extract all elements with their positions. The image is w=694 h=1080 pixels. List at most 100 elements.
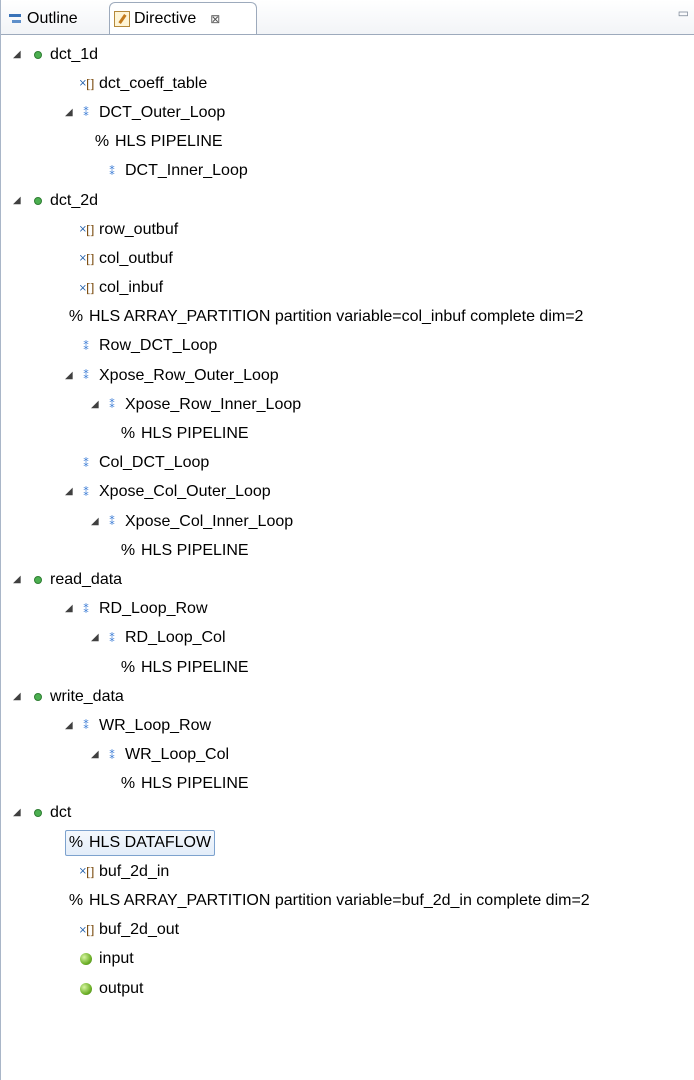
tree-item-label: HLS ARRAY_PARTITION partition variable=b…	[89, 892, 590, 910]
tree-item-label: Xpose_Col_Inner_Loop	[125, 512, 294, 530]
tree-item[interactable]: ◢ dct_2d	[1, 186, 694, 215]
array-variable-icon: ×[]	[78, 281, 95, 296]
tree-item[interactable]: ×[] col_inbuf	[1, 274, 694, 303]
tree-item-label: Col_DCT_Loop	[99, 454, 210, 472]
tab-directive[interactable]: Directive ⊠	[109, 2, 257, 34]
expand-toggle-icon[interactable]: ◢	[65, 107, 73, 117]
tree-item[interactable]: ◢ ⁑ RD_Loop_Row	[1, 595, 694, 624]
array-variable-icon: ×[]	[78, 222, 95, 237]
tree-item[interactable]: % HLS PIPELINE	[1, 419, 694, 448]
expand-toggle-icon[interactable]: ◢	[91, 750, 99, 760]
tree-item-label: dct_1d	[50, 45, 99, 63]
tree-item[interactable]: ×[] buf_2d_out	[1, 916, 694, 945]
tree-item-label: HLS PIPELINE	[141, 658, 249, 676]
tree-item-label: input	[99, 950, 134, 968]
tree-item-label: WR_Loop_Col	[125, 746, 230, 764]
expand-toggle-icon[interactable]: ◢	[91, 633, 99, 643]
tab-outline[interactable]: Outline	[3, 3, 103, 34]
tree-item-label: HLS PIPELINE	[141, 541, 249, 559]
expand-toggle-icon[interactable]: ◢	[91, 516, 99, 526]
tree-item[interactable]: input	[1, 945, 694, 974]
tree-item[interactable]: output	[1, 974, 694, 1003]
tree-item-label: buf_2d_in	[99, 862, 170, 880]
tree-item[interactable]: ◢ write_data	[1, 682, 694, 711]
tree-item[interactable]: % HLS DATAFLOW	[1, 828, 694, 857]
tree-item-label: write_data	[50, 687, 124, 705]
expand-toggle-icon[interactable]: ◢	[13, 49, 21, 59]
tree-item[interactable]: ◢ ⁑ Xpose_Col_Outer_Loop	[1, 478, 694, 507]
tree-item[interactable]: % HLS ARRAY_PARTITION partition variable=…	[1, 886, 694, 915]
pragma-icon: %	[120, 425, 136, 443]
function-icon	[31, 689, 45, 705]
directive-view: Outline Directive ⊠ ▭ ◢ dct_1d ×[] dct_coef…	[0, 0, 694, 1080]
tree-item[interactable]: ×[] row_outbuf	[1, 215, 694, 244]
tree-item[interactable]: ◢ ⁑ Xpose_Row_Outer_Loop	[1, 361, 694, 390]
tree-item-label: HLS PIPELINE	[141, 775, 249, 793]
array-variable-icon: ×[]	[78, 923, 95, 938]
tree-item[interactable]: ⁑ Row_DCT_Loop	[1, 332, 694, 361]
expand-toggle-icon[interactable]: ◢	[65, 487, 73, 497]
tree-item-label: Row_DCT_Loop	[99, 337, 218, 355]
expand-toggle-icon[interactable]: ◢	[13, 195, 21, 205]
tree-item-label: dct	[50, 804, 72, 822]
tree-item-label: RD_Loop_Row	[99, 600, 208, 618]
tree-item-label: row_outbuf	[99, 220, 179, 238]
pragma-icon: %	[120, 775, 136, 793]
tree-item[interactable]: ◢ ⁑ DCT_Outer_Loop	[1, 98, 694, 127]
tree-item-label: col_outbuf	[99, 249, 173, 267]
tree-item-label: WR_Loop_Row	[99, 716, 212, 734]
tree-item-label: HLS PIPELINE	[141, 425, 249, 443]
tree-item[interactable]: % HLS PIPELINE	[1, 653, 694, 682]
function-icon	[31, 572, 45, 588]
tree-item-label: HLS ARRAY_PARTITION partition variable=c…	[89, 308, 584, 326]
loop-icon: ⁑	[83, 106, 89, 120]
expand-toggle-icon[interactable]: ◢	[65, 370, 73, 380]
tree-item[interactable]: % HLS PIPELINE	[1, 128, 694, 157]
tree-item[interactable]: ◢ dct_1d	[1, 40, 694, 69]
function-icon	[31, 193, 45, 209]
tree-item-label: Xpose_Row_Outer_Loop	[99, 366, 279, 384]
expand-toggle-icon[interactable]: ◢	[91, 399, 99, 409]
expand-toggle-icon[interactable]: ◢	[65, 720, 73, 730]
close-icon[interactable]: ⊠	[210, 12, 220, 26]
tree-item-label: RD_Loop_Col	[125, 629, 226, 647]
tree-item[interactable]: ×[] buf_2d_in	[1, 857, 694, 886]
tree-item[interactable]: ◢ ⁑ Xpose_Col_Inner_Loop	[1, 507, 694, 536]
tree-item[interactable]: ⁑ Col_DCT_Loop	[1, 449, 694, 478]
tree-item[interactable]: ×[] dct_coeff_table	[1, 69, 694, 98]
tab-directive-label: Directive	[134, 9, 197, 27]
array-variable-icon: ×[]	[78, 864, 95, 879]
tree-item-label: dct_coeff_table	[99, 74, 208, 92]
array-variable-icon: ×[]	[78, 76, 95, 91]
tree-item[interactable]: ◢ read_data	[1, 565, 694, 594]
pragma-icon: %	[120, 658, 136, 676]
tree-item-label: output	[99, 979, 144, 997]
tab-outline-label: Outline	[27, 9, 78, 27]
expand-toggle-icon[interactable]: ◢	[13, 691, 21, 701]
tree-item[interactable]: ◢ ⁑ WR_Loop_Row	[1, 711, 694, 740]
directive-tree: ◢ dct_1d ×[] dct_coeff_table ◢ ⁑ DCT_Outer_Loo…	[1, 40, 694, 1003]
loop-icon: ⁑	[109, 631, 115, 645]
minimize-icon[interactable]: ▭	[678, 6, 693, 20]
tree-item[interactable]: ×[] col_outbuf	[1, 244, 694, 273]
loop-icon: ⁑	[83, 485, 89, 499]
directive-icon	[114, 10, 130, 27]
tree-item[interactable]: ⁑ DCT_Inner_Loop	[1, 157, 694, 186]
port-icon	[79, 981, 93, 997]
expand-toggle-icon[interactable]: ◢	[13, 808, 21, 818]
tree-item[interactable]: ◢ ⁑ RD_Loop_Col	[1, 624, 694, 653]
tree-item[interactable]: ◢ ⁑ WR_Loop_Col	[1, 741, 694, 770]
tree-item[interactable]: % HLS PIPELINE	[1, 536, 694, 565]
loop-icon: ⁑	[83, 339, 89, 353]
tree-item[interactable]: ◢ ⁑ Xpose_Row_Inner_Loop	[1, 390, 694, 419]
expand-toggle-icon[interactable]: ◢	[65, 604, 73, 614]
tree-item[interactable]: % HLS ARRAY_PARTITION partition variable=…	[1, 303, 694, 332]
tree-item-label: DCT_Inner_Loop	[125, 162, 248, 180]
port-icon	[79, 951, 93, 967]
outline-icon	[7, 11, 23, 27]
pragma-icon: %	[68, 308, 84, 326]
expand-toggle-icon[interactable]: ◢	[13, 574, 21, 584]
tree-item[interactable]: ◢ dct	[1, 799, 694, 828]
tree-item[interactable]: % HLS PIPELINE	[1, 770, 694, 799]
tree-item-label: buf_2d_out	[99, 921, 180, 939]
